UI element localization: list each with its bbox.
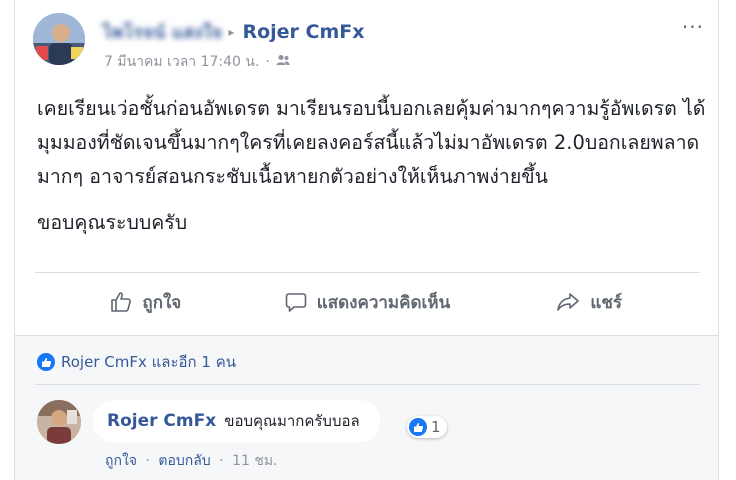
share-icon: [557, 293, 580, 311]
comment-separator: ·: [145, 453, 150, 469]
friends-icon[interactable]: [276, 54, 290, 70]
like-button[interactable]: ถูกใจ: [35, 289, 257, 316]
reactions-text: Rojer CmFx และอีก 1 คน: [61, 353, 236, 371]
author-avatar[interactable]: [33, 13, 85, 65]
author-name[interactable]: ไพโรจน์ แสงใจ: [103, 19, 222, 46]
comment-like-count: 1: [431, 418, 441, 436]
divider: [35, 272, 700, 273]
arrow-right-icon: ▸: [228, 25, 235, 39]
like-label: ถูกใจ: [142, 292, 182, 313]
comment-icon: [285, 293, 307, 312]
comment-like-link[interactable]: ถูกใจ: [105, 453, 137, 469]
meta-separator: ·: [265, 54, 270, 70]
comment-label: แสดงความคิดเห็น: [316, 292, 451, 313]
comment-reply-link[interactable]: ตอบกลับ: [158, 453, 210, 469]
commenter-name[interactable]: Rojer CmFx: [107, 411, 216, 431]
comment-reaction-count[interactable]: 1: [407, 416, 447, 438]
more-options-button[interactable]: ···: [682, 15, 704, 39]
post-body: เคยเรียนเว่อชั้นก่อนอัพเดรต มาเรียนรอบนี…: [37, 92, 707, 252]
comment-separator: ·: [219, 453, 224, 469]
divider: [35, 384, 700, 385]
post-paragraph: เคยเรียนเว่อชั้นก่อนอัพเดรต มาเรียนรอบนี…: [37, 97, 706, 188]
reactions-summary[interactable]: Rojer CmFx และอีก 1 คน: [37, 350, 236, 374]
comment-timestamp[interactable]: 11 ชม.: [232, 453, 277, 469]
share-label: แชร์: [590, 292, 622, 313]
post-meta: 7 มีนาคม เวลา 17:40 น. ·: [104, 51, 290, 73]
thumbs-up-icon: [111, 292, 132, 312]
share-button[interactable]: แชร์: [478, 289, 700, 316]
post-paragraph: ขอบคุณระบบครับ: [37, 211, 188, 234]
commenter-avatar[interactable]: [37, 400, 81, 444]
post-timestamp[interactable]: 7 มีนาคม เวลา 17:40 น.: [104, 51, 259, 73]
like-reaction-icon: [37, 353, 55, 371]
comment-text: ขอบคุณมากครับบอล: [224, 412, 360, 430]
author-line: ไพโรจน์ แสงใจ ▸ Rojer CmFx: [103, 19, 365, 45]
comment-actions: ถูกใจ · ตอบกลับ · 11 ชม.: [105, 450, 278, 472]
post-actions: ถูกใจ แสดงความคิดเห็น แชร์: [35, 282, 700, 322]
post-card: ไพโรจน์ แสงใจ ▸ Rojer CmFx 7 มีนาคม เวลา…: [14, 0, 719, 480]
feedback-section: Rojer CmFx และอีก 1 คน Rojer CmFx ขอบคุณ…: [15, 335, 718, 480]
comment-button[interactable]: แสดงความคิดเห็น: [257, 289, 479, 316]
like-reaction-icon: [409, 418, 427, 436]
post-header: ไพโรจน์ แสงใจ ▸ Rojer CmFx 7 มีนาคม เวลา…: [33, 13, 704, 73]
comment-bubble: Rojer CmFx ขอบคุณมากครับบอล: [93, 400, 380, 442]
target-profile-link[interactable]: Rojer CmFx: [242, 21, 364, 43]
